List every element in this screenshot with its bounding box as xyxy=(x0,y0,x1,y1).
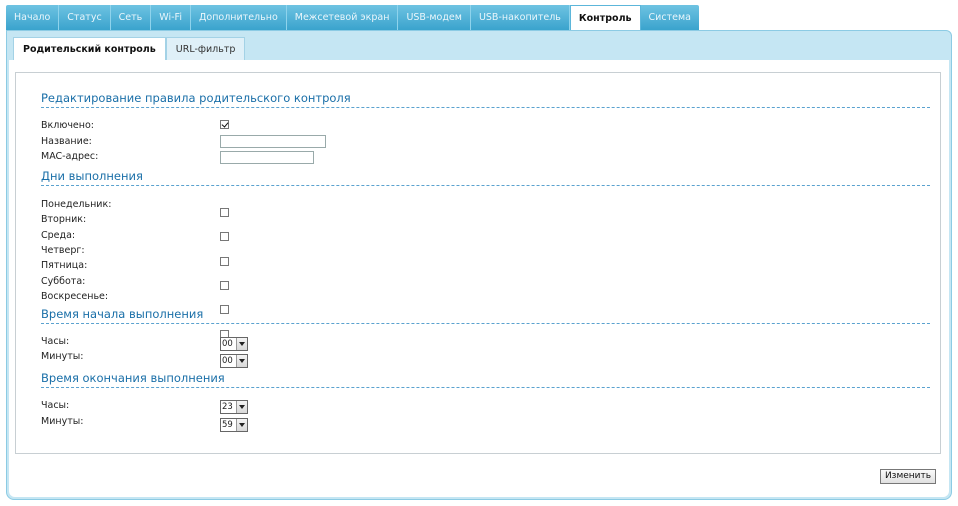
end-minutes-select[interactable]: 59 xyxy=(220,418,248,432)
end-hours-select[interactable]: 23 xyxy=(220,400,248,414)
chevron-down-icon xyxy=(236,419,247,431)
start-hours-value: 00 xyxy=(222,339,233,349)
tab-status[interactable]: Статус xyxy=(59,5,111,30)
day-label-saturday: Суббота: xyxy=(41,276,86,287)
rule-form-panel: Редактирование правила родительского кон… xyxy=(15,72,941,454)
enabled-checkbox[interactable] xyxy=(220,120,229,129)
mac-label: MAC-адрес: xyxy=(41,151,99,162)
tab-usb-modem[interactable]: USB-модем xyxy=(398,5,471,30)
tab-usb-storage[interactable]: USB-накопитель xyxy=(470,5,570,30)
subtab-parental-control[interactable]: Родительский контроль xyxy=(13,37,166,61)
chevron-down-icon xyxy=(236,338,247,350)
day-label-thursday: Четверг: xyxy=(41,245,85,256)
tab-system[interactable]: Система xyxy=(640,5,699,30)
day-checkbox-monday[interactable] xyxy=(220,208,229,217)
tab-wifi[interactable]: Wi-Fi xyxy=(151,5,191,30)
start-hours-label: Часы: xyxy=(41,336,70,347)
tab-home[interactable]: Начало xyxy=(6,5,60,30)
start-time-section-title: Время начала выполнения xyxy=(41,307,930,324)
end-minutes-label: Минуты: xyxy=(41,416,84,427)
chevron-down-icon xyxy=(236,355,247,367)
top-nav: Начало Статус Сеть Wi-Fi Дополнительно М… xyxy=(6,5,699,31)
end-time-section-title: Время окончания выполнения xyxy=(41,371,930,388)
day-label-sunday: Воскресенье: xyxy=(41,291,109,302)
day-checkbox-thursday[interactable] xyxy=(220,281,229,290)
mac-input[interactable] xyxy=(220,151,314,164)
day-label-tuesday: Вторник: xyxy=(41,214,87,225)
edit-section-title: Редактирование правила родительского кон… xyxy=(41,91,930,108)
tab-firewall[interactable]: Межсетевой экран xyxy=(286,5,399,30)
tab-control[interactable]: Контроль xyxy=(569,5,641,31)
day-label-monday: Понедельник: xyxy=(41,199,112,210)
save-button[interactable]: Изменить xyxy=(880,469,936,484)
enabled-label: Включено: xyxy=(41,120,95,131)
content-area: Редактирование правила родительского кон… xyxy=(9,60,949,497)
start-minutes-select[interactable]: 00 xyxy=(220,354,248,368)
tab-network[interactable]: Сеть xyxy=(110,5,152,30)
day-checkbox-wednesday[interactable] xyxy=(220,257,229,266)
day-label-friday: Пятница: xyxy=(41,260,88,271)
start-minutes-label: Минуты: xyxy=(41,351,84,362)
sub-nav: Родительский контроль URL-фильтр xyxy=(13,37,246,61)
days-section-title: Дни выполнения xyxy=(41,169,930,186)
start-hours-select[interactable]: 00 xyxy=(220,337,248,351)
chevron-down-icon xyxy=(236,401,247,413)
start-minutes-value: 00 xyxy=(222,356,233,366)
main-frame: Родительский контроль URL-фильтр Редакти… xyxy=(6,30,952,500)
end-hours-label: Часы: xyxy=(41,400,70,411)
subtab-url-filter[interactable]: URL-фильтр xyxy=(165,37,246,61)
end-minutes-value: 59 xyxy=(222,420,233,430)
name-label: Название: xyxy=(41,136,92,147)
end-hours-value: 23 xyxy=(222,402,233,412)
tab-advanced[interactable]: Дополнительно xyxy=(190,5,287,30)
day-label-wednesday: Среда: xyxy=(41,230,76,241)
day-checkbox-tuesday[interactable] xyxy=(220,232,229,241)
name-input[interactable] xyxy=(220,135,326,148)
